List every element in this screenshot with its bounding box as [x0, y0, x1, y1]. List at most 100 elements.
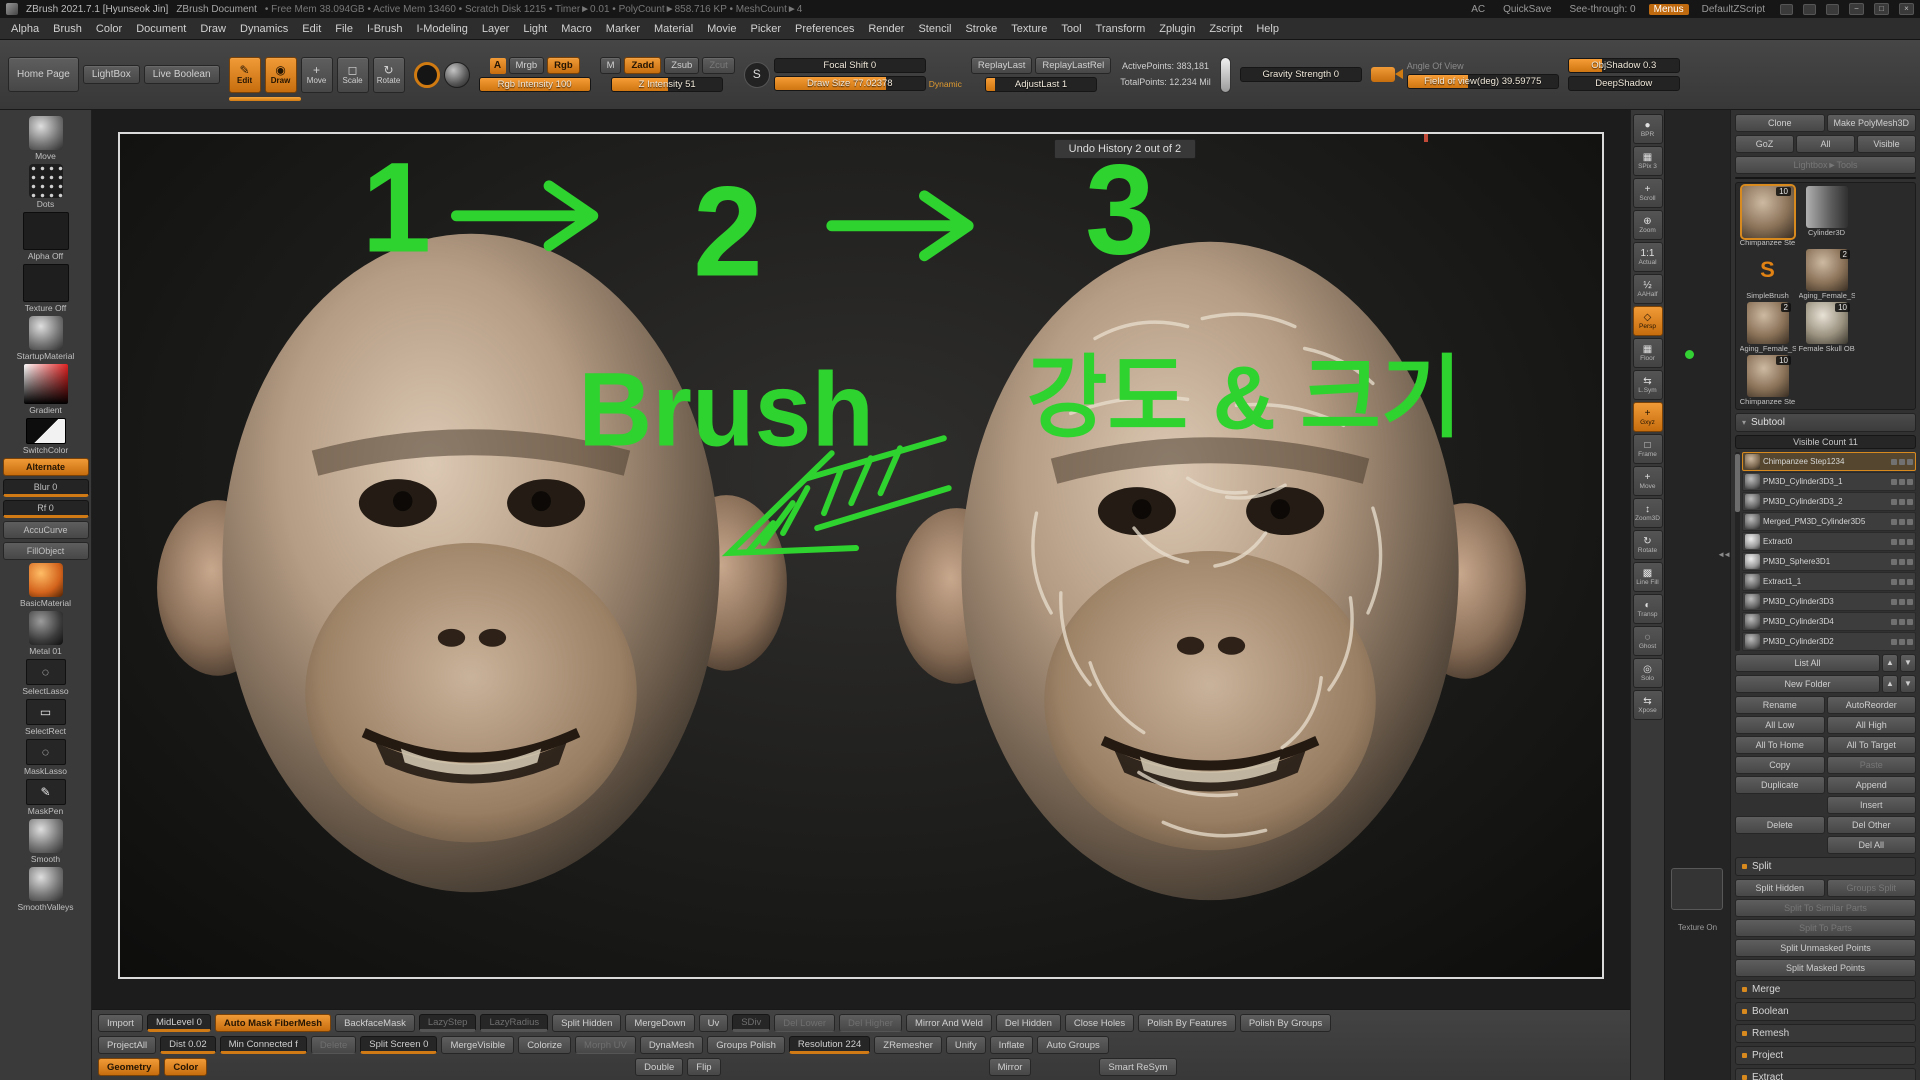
split-action-button[interactable]: Groups Split — [1827, 879, 1917, 897]
bottom-control[interactable]: Auto Groups — [1037, 1036, 1108, 1054]
subtool-item[interactable]: PM3D_Cylinder3D3 — [1742, 592, 1916, 611]
left-shelf-item[interactable]: ◌ SelectLasso — [2, 659, 89, 696]
rotate-button[interactable]: ↻ Rotate — [373, 57, 405, 93]
left-shelf-item[interactable]: Alpha Off — [2, 212, 89, 261]
clone-button[interactable]: Clone — [1735, 114, 1825, 132]
menu-item[interactable]: Render — [861, 18, 911, 40]
z-intensity-slider[interactable]: Z Intensity 51 — [611, 77, 723, 92]
left-shelf-item[interactable]: Texture Off — [2, 264, 89, 313]
eye-icon[interactable] — [1891, 579, 1897, 585]
bottom-control[interactable]: Split Screen 0 — [360, 1036, 437, 1054]
split-section-header[interactable]: Split — [1735, 857, 1916, 876]
menu-item[interactable]: Macro — [554, 18, 599, 40]
folder-icon[interactable] — [1907, 619, 1913, 625]
left-shelf-item[interactable]: FillObject — [2, 542, 89, 560]
anchor-badge[interactable]: A — [490, 58, 506, 74]
bottom-control[interactable]: MidLevel 0 — [147, 1014, 211, 1032]
make-polymesh3d-button[interactable]: Make PolyMesh3D — [1827, 114, 1917, 132]
folder-icon[interactable] — [1907, 479, 1913, 485]
zcut-button[interactable]: Zcut — [702, 57, 734, 74]
tool-thumbnail[interactable]: 10 Chimpanzee Ste — [1739, 186, 1796, 247]
titlebar-icon[interactable] — [1780, 4, 1793, 15]
folder-icon[interactable] — [1907, 559, 1913, 565]
subtool-item[interactable]: PM3D_Cylinder3D3_1 — [1742, 472, 1916, 491]
right-shelf-item[interactable]: ▩ Line Fill — [1633, 562, 1663, 592]
menu-item[interactable]: Color — [89, 18, 129, 40]
minimize-button[interactable]: − — [1849, 3, 1864, 15]
right-shelf-item[interactable]: + Gxyz — [1633, 402, 1663, 432]
subtool-item[interactable]: PM3D_Cylinder3D2 — [1742, 632, 1916, 651]
right-shelf-item[interactable]: ⇆ L.Sym — [1633, 370, 1663, 400]
left-shelf-item[interactable]: BasicMaterial — [2, 563, 89, 608]
subtool-section-header[interactable]: ▾ Subtool — [1735, 413, 1916, 432]
menu-item[interactable]: Preferences — [788, 18, 861, 40]
list-all-button[interactable]: List All — [1735, 654, 1880, 672]
bottom-control[interactable]: Unify — [946, 1036, 986, 1054]
bottom-control[interactable]: MergeVisible — [441, 1036, 514, 1054]
folder-down-icon[interactable]: ▼ — [1900, 675, 1916, 693]
menu-item[interactable]: I-Brush — [360, 18, 409, 40]
draw-button[interactable]: ◉ Draw — [265, 57, 297, 93]
menu-item[interactable]: Help — [1249, 18, 1286, 40]
bottom-control[interactable]: Import — [98, 1014, 143, 1032]
folder-icon[interactable] — [1907, 639, 1913, 645]
left-shelf-item[interactable]: ✎ MaskPen — [2, 779, 89, 816]
menus-toggle[interactable]: Menus — [1649, 4, 1689, 15]
bottom-control[interactable]: LazyStep — [419, 1014, 477, 1032]
palette-section-header[interactable]: Extract — [1735, 1068, 1916, 1080]
bottom-control[interactable]: Morph UV — [575, 1036, 636, 1054]
live-boolean-button[interactable]: Live Boolean — [144, 65, 220, 84]
paint-icon[interactable] — [1899, 639, 1905, 645]
folder-icon[interactable] — [1907, 499, 1913, 505]
left-shelf-item[interactable]: Metal 01 — [2, 611, 89, 656]
folder-icon[interactable] — [1907, 519, 1913, 525]
document-viewport[interactable]: 1 2 3 Brush 강도 & 크기 — [118, 132, 1604, 979]
gravity-strength-slider[interactable]: Gravity Strength 0 — [1240, 67, 1362, 82]
eye-icon[interactable] — [1891, 599, 1897, 605]
move-button[interactable]: + Move — [301, 57, 333, 93]
right-shelf-item[interactable]: ◎ Solo — [1633, 658, 1663, 688]
right-shelf-item[interactable]: 1:1 Actual — [1633, 242, 1663, 272]
palette-section-header[interactable]: Project — [1735, 1046, 1916, 1065]
menu-item[interactable]: File — [328, 18, 360, 40]
bottom-control[interactable]: Del Higher — [839, 1014, 902, 1032]
lightbox-tools-button[interactable]: Lightbox►Tools — [1735, 156, 1916, 174]
subtool-scrollbar[interactable] — [1735, 452, 1740, 651]
adjust-last-slider[interactable]: AdjustLast 1 — [985, 77, 1097, 92]
left-shelf-item[interactable]: ◌ MaskLasso — [2, 739, 89, 776]
maximize-button[interactable]: □ — [1874, 3, 1889, 15]
subtool-item[interactable]: Chimpanzee Step1234 — [1742, 452, 1916, 471]
home-page-button[interactable]: Home Page — [8, 57, 79, 92]
left-shelf-item[interactable]: Blur 0 — [2, 479, 89, 497]
folder-icon[interactable] — [1907, 579, 1913, 585]
visible-count-slider[interactable]: Visible Count 11 — [1735, 435, 1916, 449]
left-shelf-item[interactable]: Smooth — [2, 819, 89, 864]
focal-shift-slider[interactable]: Focal Shift 0 — [774, 58, 926, 73]
subtool-action-button[interactable]: All Low — [1735, 716, 1825, 734]
tool-thumbnail[interactable]: 10 Chimpanzee Ste — [1739, 355, 1796, 406]
bottom-control[interactable]: Inflate — [990, 1036, 1034, 1054]
bottom-control[interactable]: Min Connected f — [220, 1036, 307, 1054]
right-shelf-item[interactable]: ◌ Ghost — [1633, 626, 1663, 656]
menu-item[interactable]: Draw — [193, 18, 233, 40]
quicksave-button[interactable]: QuickSave — [1498, 4, 1556, 15]
right-shelf-item[interactable]: ● BPR — [1633, 114, 1663, 144]
bottom-control[interactable]: Polish By Groups — [1240, 1014, 1331, 1032]
texture-preview-panel[interactable] — [1671, 868, 1723, 910]
subtool-item[interactable]: PM3D_Sphere3D1 — [1742, 552, 1916, 571]
paint-icon[interactable] — [1899, 499, 1905, 505]
palette-section-header[interactable]: Merge — [1735, 980, 1916, 999]
folder-icon[interactable] — [1907, 539, 1913, 545]
menu-item[interactable]: Stroke — [958, 18, 1004, 40]
subtool-item[interactable]: Extract0 — [1742, 532, 1916, 551]
undo-history-label[interactable]: Undo History 2 out of 2 — [1054, 139, 1197, 159]
undo-history-tick[interactable] — [1424, 134, 1428, 142]
menu-item[interactable]: Document — [129, 18, 193, 40]
paint-icon[interactable] — [1899, 559, 1905, 565]
split-action-button[interactable]: Split Masked Points — [1735, 959, 1916, 977]
menu-item[interactable]: Material — [647, 18, 700, 40]
zsub-button[interactable]: Zsub — [664, 57, 699, 74]
menu-item[interactable]: Edit — [295, 18, 328, 40]
right-shelf-item[interactable]: ▦ Floor — [1633, 338, 1663, 368]
bottom-control[interactable]: Resolution 224 — [789, 1036, 870, 1054]
